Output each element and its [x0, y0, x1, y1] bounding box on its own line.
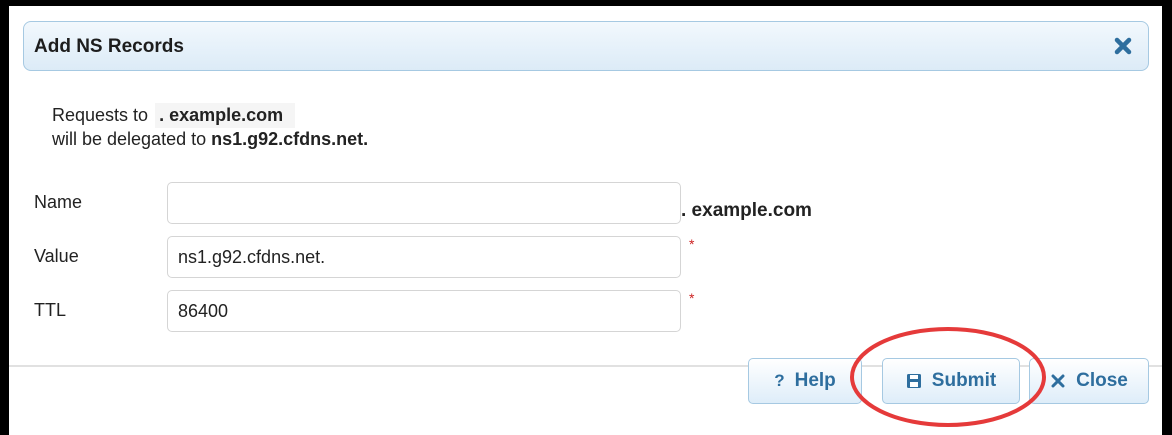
submit-button-label: Submit: [931, 370, 997, 391]
message-prefix-2: will be delegated to: [52, 129, 207, 149]
close-x-icon[interactable]: [1112, 35, 1134, 57]
delegation-message-line2: will be delegated to ns1.g92.cfdns.net.: [52, 129, 368, 150]
close-button[interactable]: Close: [1029, 358, 1149, 404]
save-icon: [906, 374, 921, 388]
name-label: Name: [34, 192, 83, 212]
help-icon: ?: [774, 371, 785, 390]
dialog-title: Add NS Records: [34, 36, 184, 57]
message-target: ns1.g92.cfdns.net.: [211, 129, 369, 149]
value-label: Value: [34, 246, 79, 266]
message-domain: . example.com: [155, 103, 296, 128]
message-prefix: Requests to: [52, 105, 149, 125]
screenshot-frame-left: [0, 0, 9, 435]
ttl-input[interactable]: [167, 290, 681, 332]
submit-button[interactable]: Submit: [882, 358, 1020, 404]
screenshot-frame-right: [1162, 0, 1172, 435]
ttl-required-mark: *: [689, 290, 695, 306]
delegation-message-line1: Requests to . example.com: [52, 103, 296, 128]
name-input[interactable]: [167, 182, 681, 224]
help-button-label: Help: [794, 370, 836, 391]
ttl-label: TTL: [34, 300, 67, 320]
close-x-icon: [1051, 374, 1065, 388]
value-input[interactable]: [167, 236, 681, 278]
value-required-mark: *: [689, 236, 695, 252]
add-ns-records-dialog: Add NS Records Requests to . example.com…: [9, 6, 1162, 435]
dialog-titlebar: Add NS Records: [23, 21, 1149, 71]
help-button[interactable]: ? Help: [748, 358, 862, 404]
name-domain-suffix: . example.com: [681, 200, 812, 221]
close-button-label: Close: [1076, 370, 1128, 391]
